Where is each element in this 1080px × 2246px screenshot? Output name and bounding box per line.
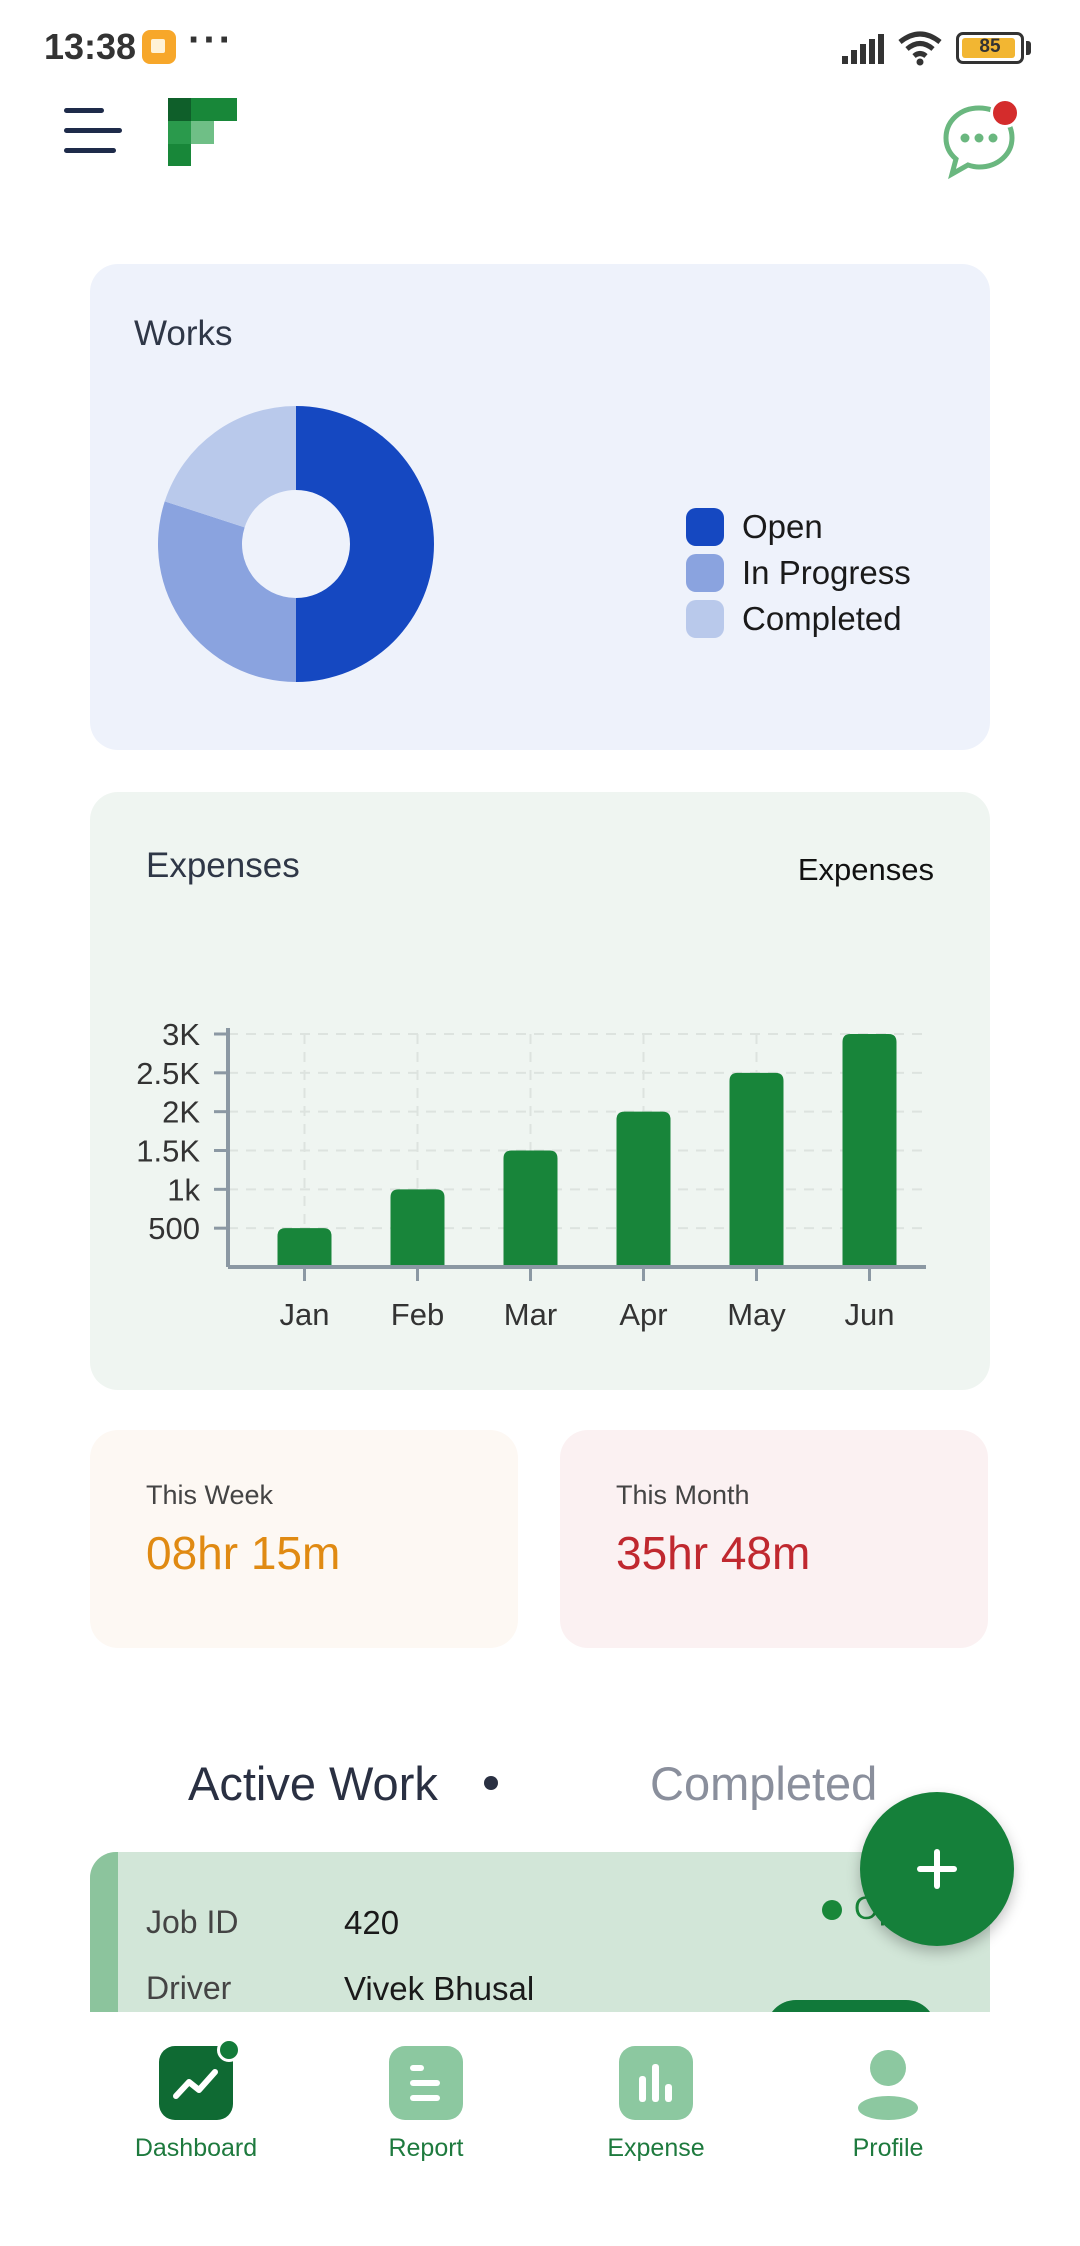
works-title: Works [134,314,233,353]
nav-label: Report [388,2134,464,2162]
job-card[interactable]: Job ID 420 Driver Vivek Bhusal Op [90,1852,990,2012]
works-legend: Open In Progress Completed [686,504,911,642]
legend-label: Open [742,508,823,545]
x-tick-label: Mar [504,1297,557,1332]
notification-app-icon [142,30,176,64]
battery-tip [1026,41,1031,55]
job-id-value: 420 [344,1904,400,1941]
this-week-label: This Week [146,1480,274,1510]
y-tick-label: 500 [148,1211,200,1246]
bar-feb [390,1189,445,1267]
signal-icon [842,34,884,64]
bar-jan [277,1228,332,1267]
x-tick-label: Jun [845,1297,895,1332]
status-time: 13:38 [44,26,137,67]
job-card-accent [90,1852,118,2012]
job-status-dot [822,1900,842,1920]
nav-item-report[interactable]: Report [326,2046,526,2163]
this-month-value: 35hr 48m [616,1527,811,1579]
profile-icon [851,2046,925,2120]
x-tick-label: Feb [391,1297,444,1332]
this-month-card: This Month 35hr 48m [560,1430,988,1648]
donut-slice-open [296,406,434,682]
bottom-nav: Dashboard Report Expense Profile [0,2012,1080,2246]
bar-may [729,1072,784,1267]
dashboard-icon [159,2038,241,2120]
notification-badge [990,98,1020,128]
expense-icon [619,2046,693,2120]
nav-label: Profile [852,2134,924,2162]
this-week-card: This Week 08hr 15m [90,1430,518,1648]
legend-label: Completed [742,600,902,637]
this-month-label: This Month [616,1480,750,1510]
x-tick-label: Apr [619,1297,667,1332]
legend-item-in-progress: In Progress [686,550,911,596]
y-tick-label: 1k [167,1172,200,1207]
y-tick-label: 1.5K [136,1134,200,1169]
x-tick-label: Jan [280,1297,330,1332]
y-tick-label: 3K [162,1017,200,1052]
battery-icon: 85 [956,32,1024,64]
tab-completed[interactable]: Completed [650,1756,877,1811]
menu-icon[interactable] [64,104,122,158]
y-tick-label: 2.5K [136,1056,200,1091]
legend-swatch-open [686,508,724,546]
legend-item-completed: Completed [686,596,911,642]
app-logo [168,98,237,166]
nav-item-expense[interactable]: Expense [556,2046,756,2163]
nav-item-dashboard[interactable]: Dashboard [96,2038,296,2163]
works-donut-chart [158,406,434,682]
expenses-bar-chart: 500 1k1.5K 2K 2.5K 3K Jan Feb Mar Apr May Jun [136,1017,926,1332]
legend-label: In Progress [742,554,911,591]
x-tick-label: May [727,1297,786,1332]
this-week-value: 08hr 15m [146,1527,341,1579]
driver-label: Driver [146,1970,232,2006]
bar-apr [616,1111,671,1267]
dashboard-badge [217,2038,241,2062]
nav-label: Expense [607,2134,705,2162]
job-action-button[interactable] [766,2000,936,2012]
more-notifications-icon: ··· [188,18,234,62]
bar-mar [503,1150,558,1267]
legend-item-open: Open [686,504,911,550]
nav-item-profile[interactable]: Profile [788,2046,988,2163]
legend-swatch-in-progress [686,554,724,592]
legend-swatch-completed [686,600,724,638]
add-button[interactable] [860,1792,1014,1946]
report-icon [389,2046,463,2120]
driver-value: Vivek Bhusal [344,1970,535,2007]
y-tick-label: 2K [162,1095,200,1130]
tab-active-work[interactable]: Active Work [188,1756,438,1811]
bar-jun [842,1034,897,1267]
status-bar: 13:38 ··· 85 [0,0,1080,96]
battery-level: 85 [979,36,1001,57]
job-id-label: Job ID [146,1904,239,1940]
expenses-card: Expenses Expenses 500 1k 1.5K 2K 2.5K 3K Jan Fe… [90,792,990,1390]
works-card: Works Open In Progress Completed [90,264,990,750]
nav-label: Dashboard [134,2134,258,2162]
donut-slice-in-progress [158,501,296,682]
wifi-icon [898,31,942,66]
active-tab-indicator [484,1776,498,1790]
